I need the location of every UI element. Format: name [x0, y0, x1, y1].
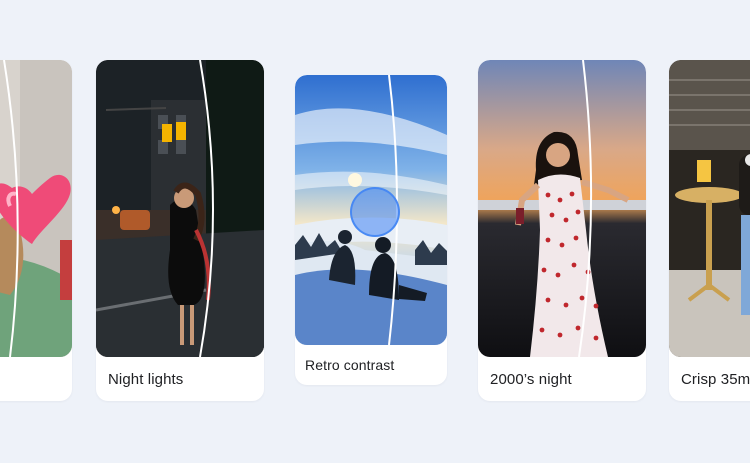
filter-label-5: Crisp 35m — [681, 371, 750, 388]
filter-card-1[interactable]: s — [0, 60, 72, 401]
filter-preview-4 — [478, 60, 646, 357]
filter-card-4[interactable]: 2000’s night — [478, 60, 646, 401]
filter-preview-1 — [0, 60, 72, 357]
compare-divider-1[interactable] — [0, 60, 30, 357]
filter-preview-5 — [669, 60, 750, 357]
filter-preview-2 — [96, 60, 264, 357]
filter-card-2[interactable]: Night lights — [96, 60, 264, 401]
filter-label-2: Night lights — [108, 371, 184, 388]
drag-handle[interactable] — [350, 187, 400, 237]
compare-divider-5[interactable] — [691, 60, 701, 357]
filter-card-3[interactable]: Retro contrast — [295, 75, 447, 385]
filter-label-4: 2000’s night — [490, 371, 572, 388]
compare-divider-4[interactable] — [573, 60, 603, 357]
filter-card-5[interactable]: Crisp 35m — [669, 60, 750, 401]
filter-preview-3 — [295, 75, 447, 345]
filter-label-3: Retro contrast — [305, 357, 395, 373]
filter-carousel: s — [0, 0, 750, 463]
compare-divider-2[interactable] — [196, 60, 226, 357]
